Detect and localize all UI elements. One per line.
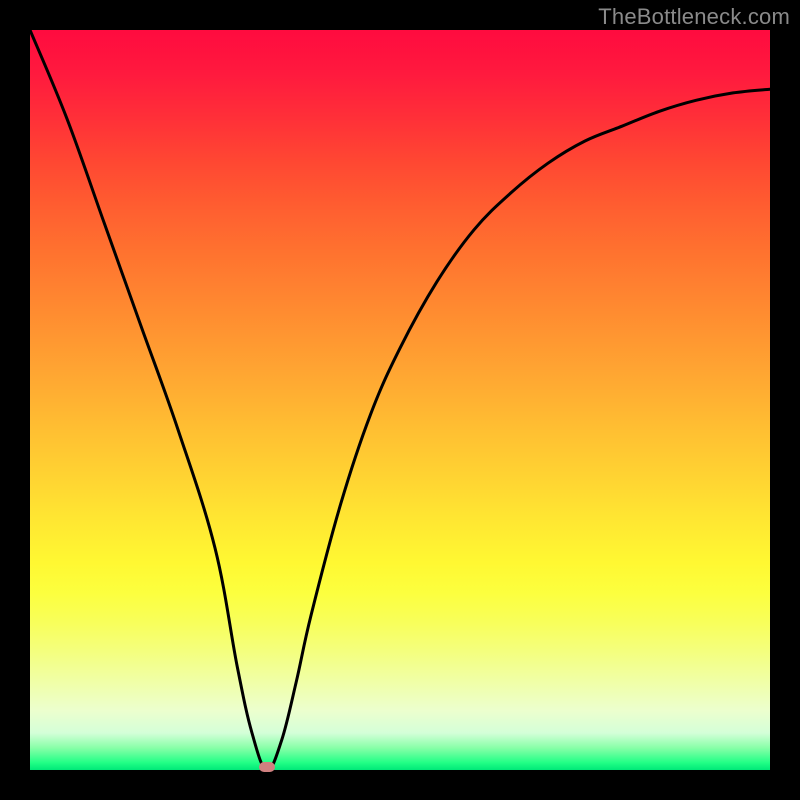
watermark-text: TheBottleneck.com — [598, 4, 790, 30]
chart-plot-area — [30, 30, 770, 770]
chart-frame: TheBottleneck.com — [0, 0, 800, 800]
minimum-marker — [259, 762, 275, 772]
